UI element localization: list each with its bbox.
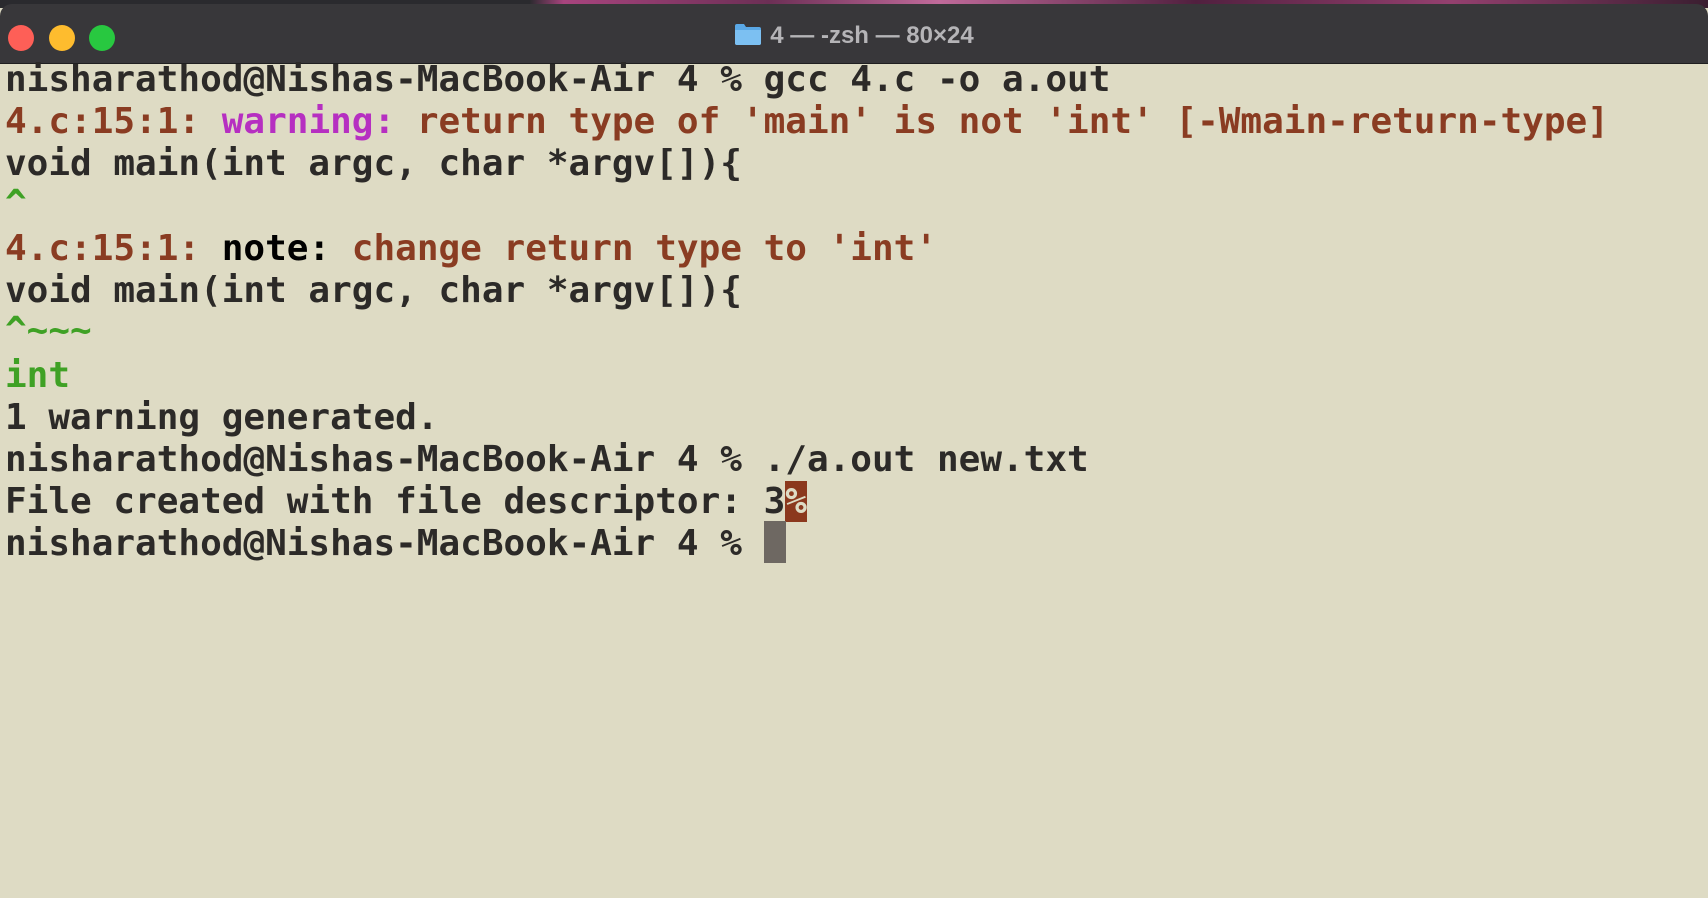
terminal-line: nisharathod@Nishas-MacBook-Air 4 %: [5, 521, 786, 567]
terminal-line: 4.c:15:1: warning: return type of 'main'…: [5, 99, 1609, 145]
terminal-line: nisharathod@Nishas-MacBook-Air 4 % ./a.o…: [5, 437, 1089, 483]
text-cursor[interactable]: [763, 521, 786, 563]
caret-marker: ^~~~: [5, 310, 92, 351]
typed-command: gcc 4.c -o a.out: [763, 59, 1111, 100]
no-newline-marker: %: [785, 481, 807, 522]
terminal-output[interactable]: nisharathod@Nishas-MacBook-Air 4 % gcc 4…: [0, 59, 1708, 898]
terminal-line: void main(int argc, char *argv[]){: [5, 141, 742, 187]
typed-command: ./a.out new.txt: [763, 439, 1089, 480]
fixit-suggestion: int: [5, 355, 71, 396]
diagnostic-message: return type of 'main' is not 'int' [-Wma…: [395, 101, 1609, 142]
source-snippet: void main(int argc, char *argv[]){: [5, 270, 742, 311]
window-titlebar[interactable]: 4 — -zsh — 80×24: [0, 4, 1708, 64]
terminal-line: File created with file descriptor: 3%: [5, 479, 807, 525]
terminal-line: ^~~~: [5, 308, 92, 354]
terminal-line: void main(int argc, char *argv[]){: [5, 268, 742, 314]
diagnostic-location: 4.c:15:1:: [5, 101, 222, 142]
folder-icon: [735, 24, 762, 45]
terminal-line: ^: [5, 181, 27, 227]
terminal-line: 1 warning generated.: [5, 395, 438, 441]
window-title: 4 — -zsh — 80×24: [770, 22, 974, 49]
window-title-area: 4 — -zsh — 80×24: [0, 19, 1708, 53]
diagnostic-location: 4.c:15:1:: [5, 228, 222, 269]
diagnostic-kind-warning: warning:: [221, 101, 396, 142]
shell-prompt: nisharathod@Nishas-MacBook-Air 4 %: [5, 59, 764, 100]
terminal-line: int: [5, 353, 70, 399]
diagnostic-kind-note: note:: [221, 228, 331, 269]
shell-prompt: nisharathod@Nishas-MacBook-Air 4 %: [5, 523, 764, 564]
terminal-line: 4.c:15:1: note: change return type to 'i…: [5, 226, 937, 272]
caret-marker: ^: [5, 183, 27, 224]
program-output: File created with file descriptor: 3: [5, 481, 786, 522]
source-snippet: void main(int argc, char *argv[]){: [5, 143, 742, 184]
terminal-line: nisharathod@Nishas-MacBook-Air 4 % gcc 4…: [5, 57, 1110, 103]
shell-prompt: nisharathod@Nishas-MacBook-Air 4 %: [5, 439, 764, 480]
warning-summary: 1 warning generated.: [5, 397, 439, 438]
diagnostic-message: change return type to 'int': [330, 228, 937, 269]
